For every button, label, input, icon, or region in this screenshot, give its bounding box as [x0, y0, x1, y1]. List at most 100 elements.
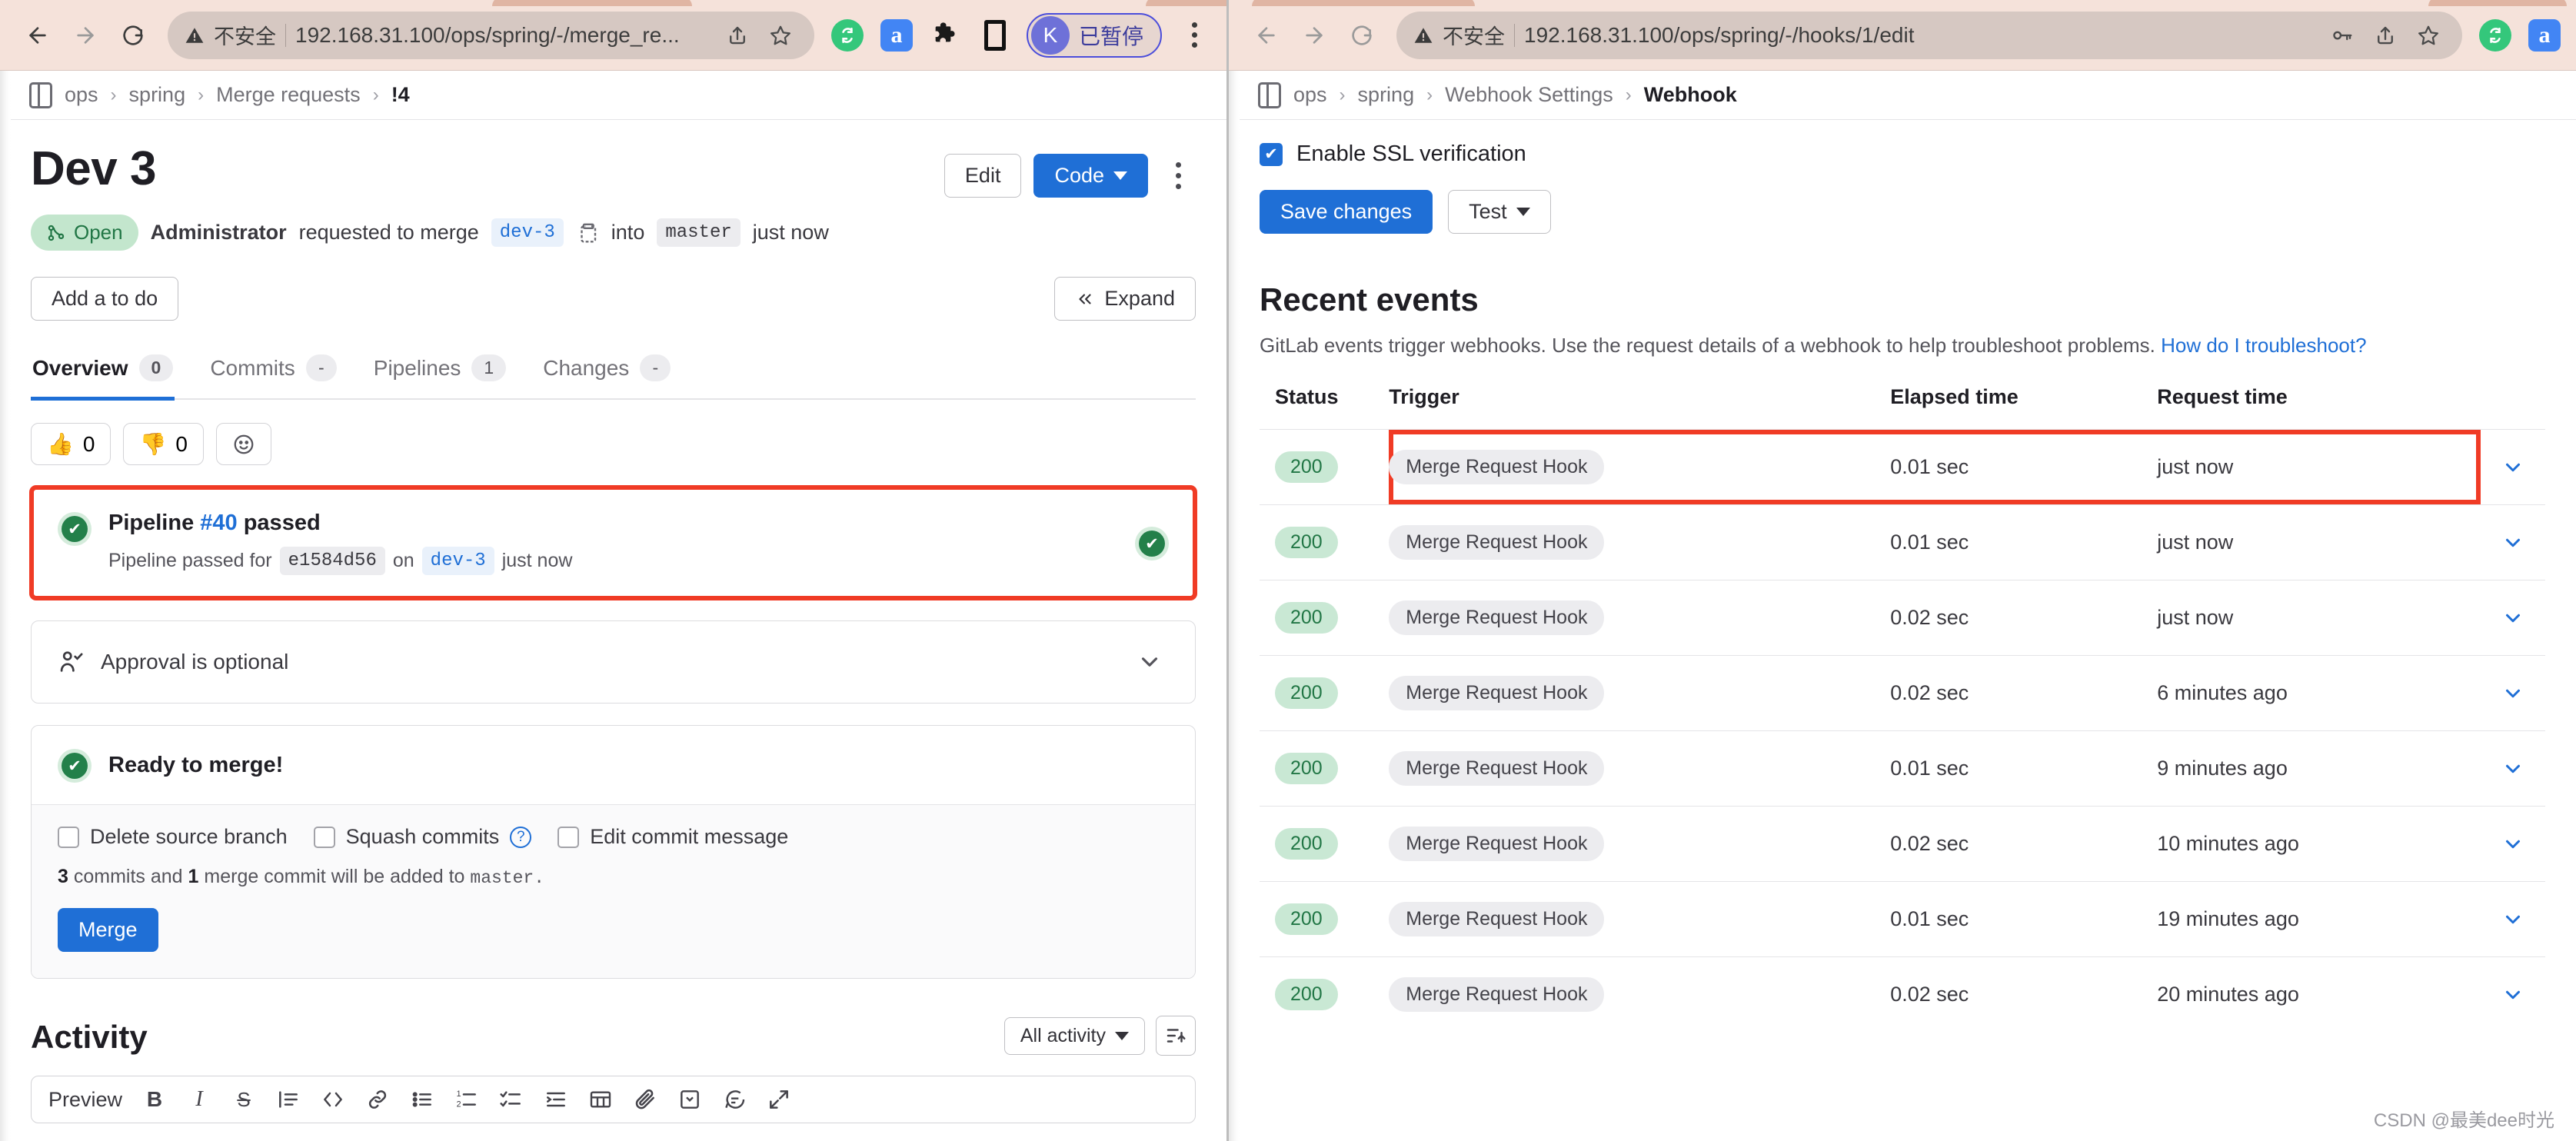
chevron-down-icon[interactable] — [1130, 643, 1169, 681]
add-todo-button[interactable]: Add a to do — [31, 277, 179, 321]
editor-preview-tab[interactable]: Preview — [48, 1088, 122, 1112]
edit-button[interactable]: Edit — [944, 154, 1022, 198]
thumbsup-reaction-button[interactable]: 👍 0 — [31, 423, 111, 465]
a-extension-icon[interactable]: a — [879, 18, 914, 53]
table-row[interactable]: 200 Merge Request Hook 0.02 sec 10 minutes … — [1260, 806, 2545, 882]
table-row[interactable]: 200 Merge Request Hook 0.01 sec 9 minutes a… — [1260, 730, 2545, 807]
breadcrumb-item-spring[interactable]: spring — [1358, 83, 1415, 107]
password-key-icon[interactable] — [2325, 18, 2359, 52]
address-bar[interactable]: 不安全 192.168.31.100/ops/spring/-/merge_re… — [168, 11, 814, 59]
share-icon[interactable] — [721, 18, 754, 52]
link-icon[interactable] — [365, 1087, 390, 1112]
strikethrough-icon[interactable]: S — [231, 1087, 256, 1112]
kebab-menu-icon[interactable] — [1176, 22, 1213, 48]
enable-ssl-verification-checkbox[interactable]: ✔ — [1260, 142, 1283, 166]
chevron-down-icon[interactable] — [2481, 908, 2545, 931]
cell-expand[interactable] — [2480, 580, 2545, 656]
activity-filter-dropdown[interactable]: All activity — [1003, 1016, 1145, 1055]
italic-icon[interactable]: I — [187, 1087, 211, 1112]
copy-icon[interactable] — [576, 220, 599, 246]
star-icon[interactable] — [764, 18, 797, 52]
cell-expand[interactable] — [2480, 881, 2545, 957]
chevron-down-icon[interactable] — [2481, 983, 2545, 1006]
comment-template-icon[interactable] — [722, 1087, 747, 1112]
a-extension-icon[interactable]: a — [2527, 18, 2562, 53]
address-bar[interactable]: 不安全 192.168.31.100/ops/spring/-/hooks/1/… — [1396, 11, 2462, 59]
chevron-down-icon[interactable] — [2481, 682, 2545, 705]
code-icon[interactable] — [321, 1087, 345, 1112]
numbered-list-icon[interactable]: 12 — [454, 1087, 479, 1112]
chevron-down-icon[interactable] — [2481, 833, 2545, 856]
table-row[interactable]: 200 Merge Request Hook 0.02 sec just now — [1260, 580, 2545, 656]
sidebar-icon[interactable] — [977, 18, 1013, 53]
pipeline-id-link[interactable]: #40 — [200, 511, 237, 535]
add-reaction-button[interactable] — [215, 423, 271, 465]
code-button[interactable]: Code — [1033, 154, 1148, 198]
sort-descending-icon[interactable] — [1156, 1016, 1196, 1056]
reload-icon[interactable] — [1338, 12, 1386, 59]
delete-source-branch-option[interactable]: Delete source branch — [58, 825, 288, 849]
breadcrumb-item-ops[interactable]: ops — [65, 83, 98, 107]
collapsible-icon[interactable] — [677, 1087, 702, 1112]
table-row[interactable]: 200 Merge Request Hook 0.01 sec just now — [1260, 429, 2545, 505]
source-branch-chip[interactable]: dev-3 — [491, 218, 564, 247]
sync-icon[interactable] — [830, 18, 865, 53]
reload-icon[interactable] — [109, 12, 157, 59]
expand-button[interactable]: Expand — [1054, 277, 1196, 321]
target-branch-chip[interactable]: master — [657, 218, 741, 247]
table-row[interactable]: 200 Merge Request Hook 0.02 sec 20 minutes … — [1260, 956, 2545, 1032]
thumbsdown-reaction-button[interactable]: 👎 0 — [123, 423, 204, 465]
cell-expand[interactable] — [2480, 956, 2545, 1032]
bulleted-list-icon[interactable] — [410, 1087, 434, 1112]
test-button[interactable]: Test — [1448, 190, 1551, 234]
bold-icon[interactable]: B — [142, 1087, 167, 1112]
edit-commit-message-option[interactable]: Edit commit message — [557, 825, 788, 849]
breadcrumb-item-mr-id[interactable]: !4 — [391, 83, 410, 107]
chevron-down-icon[interactable] — [2481, 531, 2545, 554]
chevron-down-icon[interactable] — [2481, 757, 2545, 780]
troubleshoot-link[interactable]: How do I troubleshoot? — [2161, 334, 2366, 357]
cell-expand[interactable] — [2480, 429, 2545, 505]
comment-editor[interactable]: Preview B I S 1 2 — [31, 1076, 1196, 1123]
quote-icon[interactable] — [276, 1087, 301, 1112]
tab-changes[interactable]: Changes - — [541, 347, 672, 401]
delete-source-branch-checkbox[interactable] — [58, 826, 79, 848]
chevron-down-icon[interactable] — [2481, 456, 2545, 479]
table-row[interactable]: 200 Merge Request Hook 0.01 sec 19 minutes … — [1260, 881, 2545, 957]
cell-expand[interactable] — [2480, 655, 2545, 731]
tab-overview[interactable]: Overview 0 — [31, 347, 175, 401]
breadcrumb-item-webhook-settings[interactable]: Webhook Settings — [1445, 83, 1613, 107]
cell-expand[interactable] — [2480, 806, 2545, 882]
back-arrow-icon[interactable] — [1243, 12, 1290, 59]
enable-ssl-verification-option[interactable]: ✔ Enable SSL verification — [1260, 141, 2545, 167]
squash-commits-option[interactable]: Squash commits ? — [313, 825, 532, 849]
indent-icon[interactable] — [544, 1087, 568, 1112]
question-circle-icon[interactable]: ? — [510, 826, 532, 848]
profile-button[interactable]: K 已暂停 — [1026, 12, 1162, 58]
chevron-down-icon[interactable] — [2481, 607, 2545, 630]
merge-button[interactable]: Merge — [58, 908, 158, 952]
edit-commit-message-checkbox[interactable] — [557, 826, 580, 848]
forward-arrow-icon[interactable] — [1290, 12, 1338, 59]
cell-expand[interactable] — [2480, 730, 2545, 807]
commit-sha-chip[interactable]: e1584d56 — [279, 547, 385, 575]
panel-toggle-icon[interactable] — [1258, 82, 1281, 108]
table-row[interactable]: 200 Merge Request Hook 0.01 sec just now — [1260, 504, 2545, 580]
breadcrumb-item-merge-requests[interactable]: Merge requests — [216, 83, 361, 107]
table-row[interactable]: 200 Merge Request Hook 0.02 sec 6 minutes a… — [1260, 655, 2545, 731]
panel-toggle-icon[interactable] — [29, 82, 52, 108]
puzzle-icon[interactable] — [928, 18, 964, 53]
save-changes-button[interactable]: Save changes — [1260, 190, 1433, 234]
fullscreen-icon[interactable] — [767, 1087, 791, 1112]
squash-commits-checkbox[interactable] — [313, 826, 335, 848]
checklist-icon[interactable] — [499, 1087, 524, 1112]
breadcrumb-item-ops[interactable]: ops — [1293, 83, 1327, 107]
breadcrumb-item-webhook[interactable]: Webhook — [1644, 83, 1737, 107]
pipeline-branch-chip[interactable]: dev-3 — [421, 547, 494, 575]
sync-icon[interactable] — [2478, 18, 2513, 53]
back-arrow-icon[interactable] — [14, 12, 62, 59]
vertical-dots-icon[interactable] — [1160, 155, 1196, 197]
tab-commits[interactable]: Commits - — [208, 347, 338, 401]
share-icon[interactable] — [2368, 18, 2402, 52]
forward-arrow-icon[interactable] — [62, 12, 109, 59]
